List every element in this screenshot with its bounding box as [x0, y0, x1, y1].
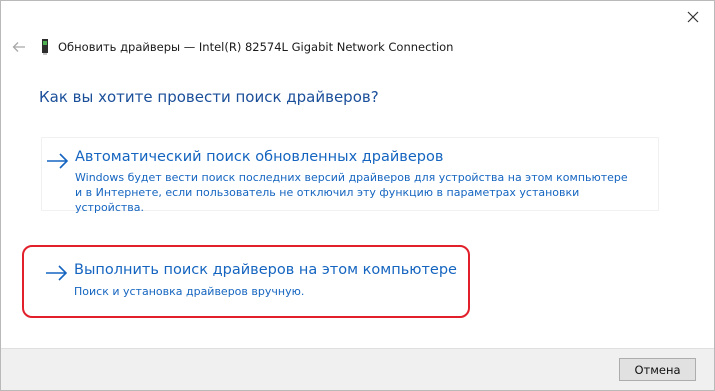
device-icon [39, 39, 51, 55]
close-icon [687, 8, 699, 27]
auto-search-title: Автоматический поиск обновленных драйвер… [75, 149, 444, 165]
title-bar: Обновить драйверы — Intel(R) 82574L Giga… [9, 35, 453, 59]
page-heading: Как вы хотите провести поиск драйверов? [39, 88, 379, 106]
browse-computer-description: Поиск и установка драйверов вручную. [74, 285, 305, 298]
update-drivers-window: Обновить драйверы — Intel(R) 82574L Giga… [0, 0, 715, 391]
browse-computer-option[interactable]: Выполнить поиск драйверов на этом компью… [41, 255, 659, 315]
back-button[interactable] [9, 37, 29, 57]
dialog-footer: Отмена [1, 348, 714, 390]
back-arrow-icon [12, 38, 26, 57]
auto-search-option[interactable]: Автоматический поиск обновленных драйвер… [41, 137, 659, 214]
auto-search-description: Windows будет вести поиск последних верс… [75, 171, 628, 214]
arrow-right-icon [46, 152, 70, 170]
cancel-button[interactable]: Отмена [619, 358, 696, 381]
window-title: Обновить драйверы — Intel(R) 82574L Giga… [58, 40, 454, 54]
arrow-right-icon [45, 264, 69, 282]
browse-computer-title: Выполнить поиск драйверов на этом компью… [74, 262, 457, 278]
close-button[interactable] [678, 4, 708, 30]
